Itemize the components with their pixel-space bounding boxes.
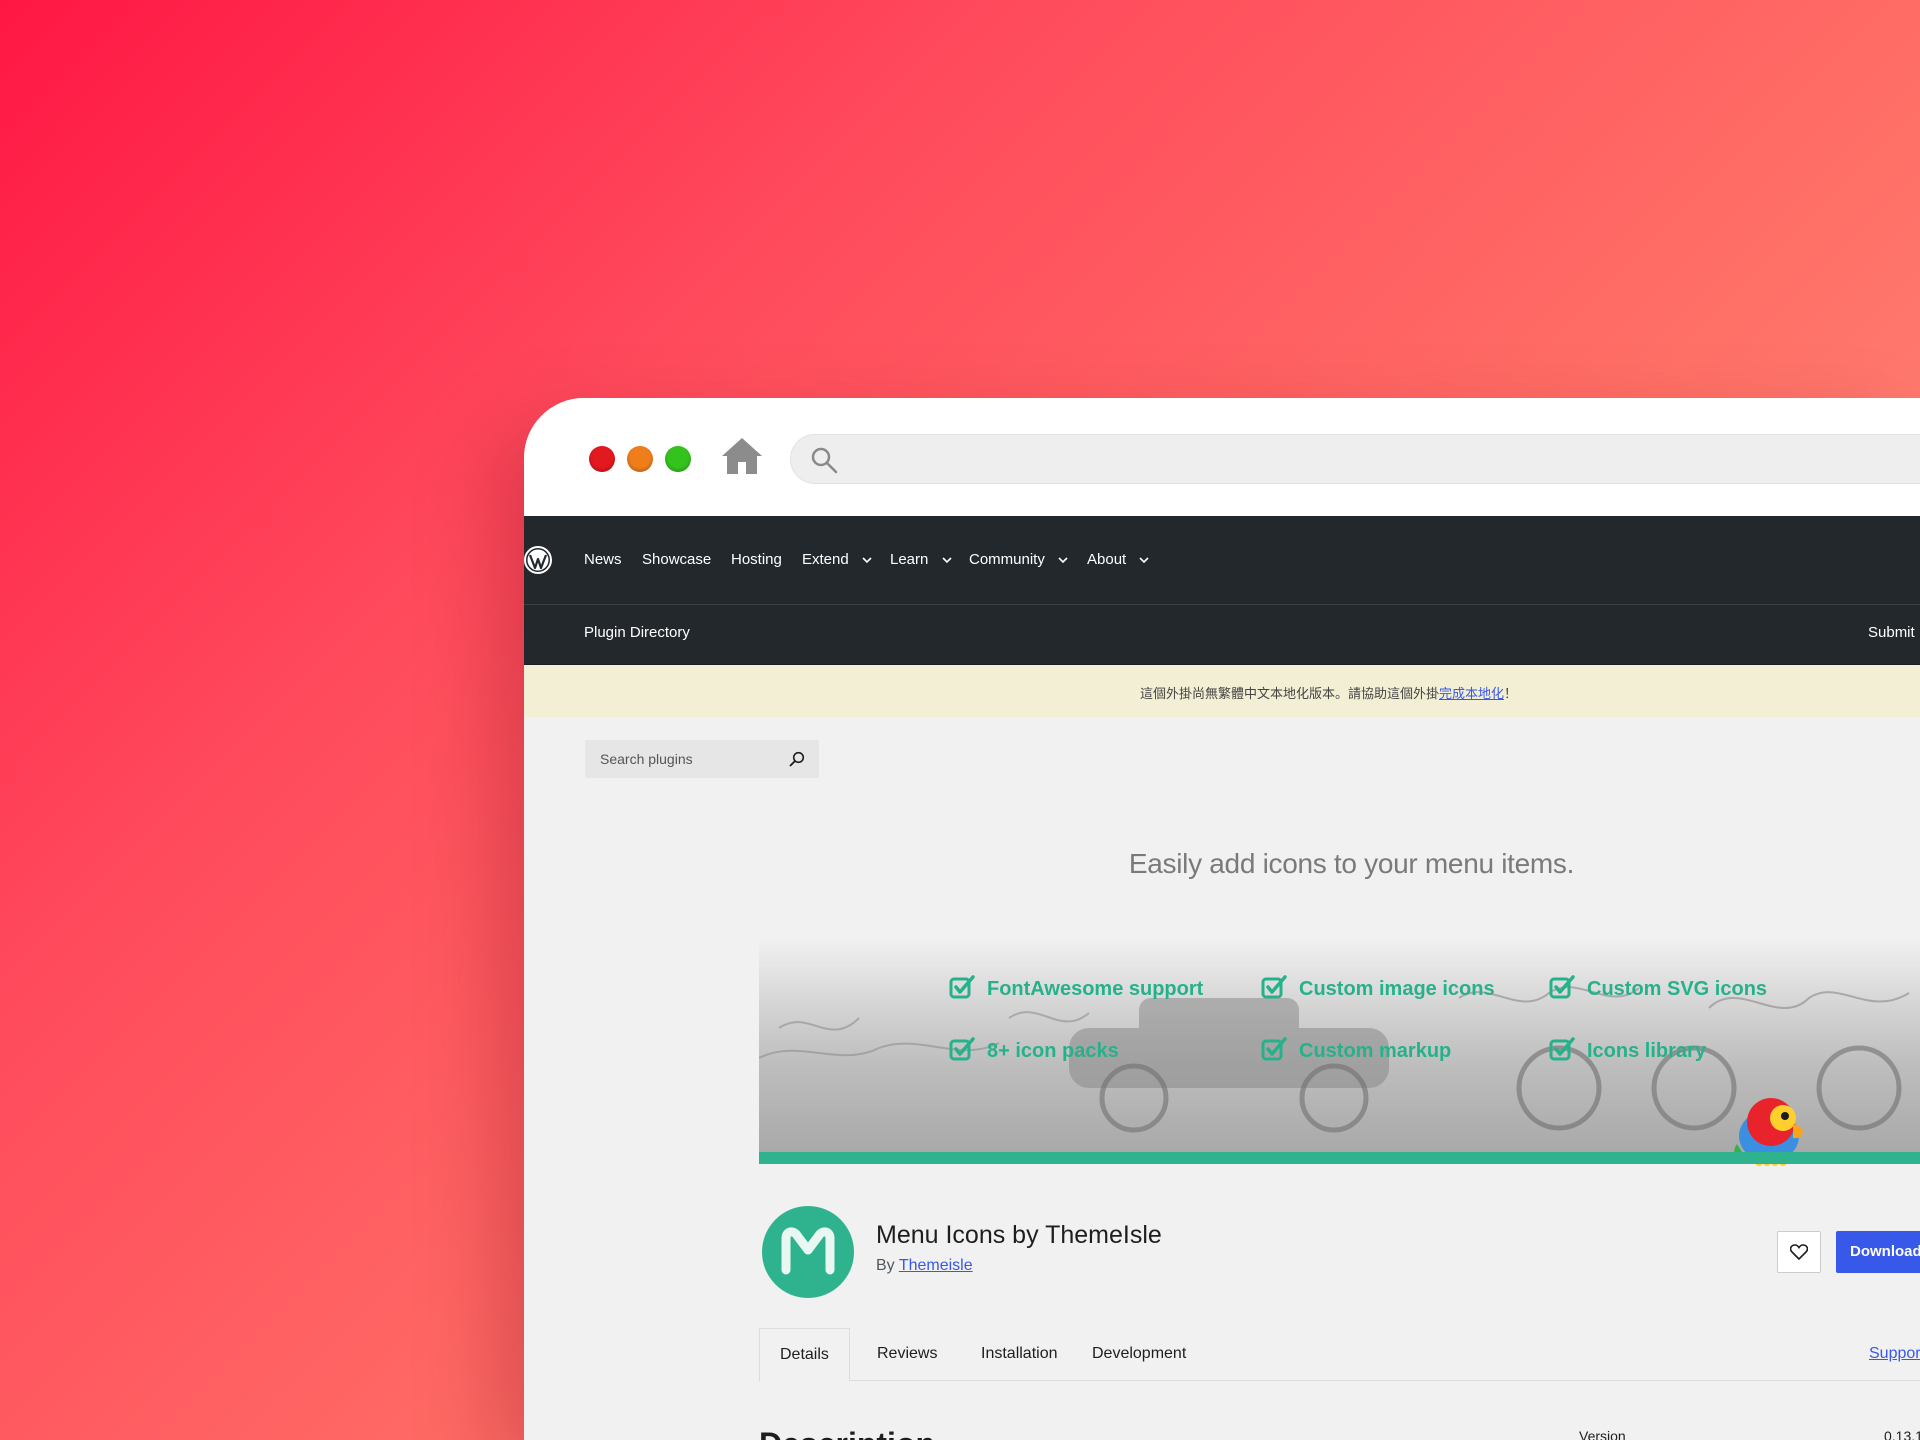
banner-accent-bar — [759, 1152, 1920, 1164]
search-plugins-input[interactable]: Search plugins — [585, 740, 819, 778]
search-icon — [811, 447, 838, 474]
nav-item-label: About — [1087, 551, 1127, 568]
close-window-button[interactable] — [589, 446, 615, 472]
nav-item-learn[interactable]: Learn — [890, 550, 952, 570]
feature-item: Custom SVG icons — [1549, 975, 1767, 1001]
global-header: News Showcase Hosting Extend Learn Commu… — [524, 516, 1920, 605]
notice-suffix: ！ — [1504, 687, 1518, 702]
feature-label: Custom SVG icons — [1587, 978, 1768, 1000]
browser-window: News Showcase Hosting Extend Learn Commu… — [524, 398, 1920, 1440]
search-placeholder: Search plugins — [600, 751, 693, 767]
localize-link[interactable]: 完成本地化 — [1439, 687, 1504, 702]
submit-plugin-link[interactable]: Submit — [1868, 624, 1915, 641]
address-bar[interactable] — [790, 434, 1920, 484]
feature-label: Custom markup — [1299, 1040, 1452, 1062]
feature-item: Custom markup — [1261, 1037, 1451, 1063]
tab-development[interactable]: Development — [1092, 1328, 1186, 1380]
plugin-author: By Themeisle — [876, 1257, 973, 1275]
nav-item-community[interactable]: Community — [969, 550, 1068, 570]
localization-notice: 這個外掛尚無繁體中文本地化版本。請協助這個外掛完成本地化！ — [524, 665, 1920, 717]
feature-item: Custom image icons — [1261, 975, 1495, 1001]
tab-reviews[interactable]: Reviews — [877, 1328, 937, 1380]
checkbox-checked-icon — [949, 975, 975, 999]
minimize-window-button[interactable] — [627, 446, 653, 472]
version-label: Version — [1579, 1428, 1626, 1440]
plugin-directory-link[interactable]: Plugin Directory — [584, 624, 690, 641]
tab-support[interactable]: Support — [1869, 1328, 1920, 1380]
search-icon[interactable] — [789, 751, 805, 767]
plugin-title: Menu Icons by ThemeIsle — [876, 1221, 1162, 1249]
checkbox-checked-icon — [1549, 1037, 1575, 1061]
plugin-logo-icon — [762, 1206, 854, 1298]
checkbox-checked-icon — [949, 1037, 975, 1061]
section-heading: Description — [759, 1426, 935, 1440]
feature-label: Icons library — [1587, 1040, 1706, 1062]
chevron-down-icon — [1139, 556, 1149, 563]
nav-item-extend[interactable]: Extend — [802, 550, 872, 570]
checkbox-checked-icon — [1261, 975, 1287, 999]
feature-label: FontAwesome support — [987, 978, 1204, 1000]
notice-text: 這個外掛尚無繁體中文本地化版本。請協助這個外掛完成本地化！ — [1140, 683, 1517, 702]
tab-installation[interactable]: Installation — [981, 1328, 1058, 1380]
feature-item: Icons library — [1549, 1037, 1706, 1063]
maximize-window-button[interactable] — [665, 446, 691, 472]
checkbox-checked-icon — [1261, 1037, 1287, 1061]
feature-item: 8+ icon packs — [949, 1037, 1119, 1063]
feature-label: Custom image icons — [1299, 978, 1495, 1000]
favorite-button[interactable] — [1777, 1231, 1821, 1273]
feature-item: FontAwesome support — [949, 975, 1203, 1001]
plugin-directory-header: Plugin Directory Submit — [524, 605, 1920, 665]
nav-item-label: Learn — [890, 551, 929, 568]
checkbox-checked-icon — [1549, 975, 1575, 999]
plugin-tabs: Details Reviews Installation Development… — [759, 1328, 1920, 1382]
chevron-down-icon — [941, 556, 952, 563]
heart-icon — [1790, 1244, 1808, 1260]
author-link[interactable]: Themeisle — [899, 1257, 973, 1274]
plugin-by-label: By — [876, 1257, 895, 1274]
wordpress-logo-icon[interactable] — [524, 546, 552, 574]
feature-label: 8+ icon packs — [987, 1040, 1119, 1062]
chevron-down-icon — [1058, 556, 1068, 563]
home-icon[interactable] — [720, 434, 764, 478]
nav-item-showcase[interactable]: Showcase — [642, 550, 711, 570]
nav-item-label: Community — [969, 551, 1045, 568]
version-value: 0.13.1 — [1884, 1428, 1920, 1440]
nav-item-about[interactable]: About — [1087, 550, 1149, 570]
notice-message: 這個外掛尚無繁體中文本地化版本。請協助這個外掛 — [1140, 687, 1440, 702]
browser-toolbar — [524, 398, 1920, 516]
tab-details[interactable]: Details — [759, 1328, 850, 1382]
plugin-banner: Easily add icons to your menu items. Fon… — [759, 778, 1920, 1170]
nav-item-hosting[interactable]: Hosting — [731, 550, 782, 570]
download-button[interactable]: Download — [1836, 1231, 1920, 1273]
nav-item-label: Extend — [802, 551, 849, 568]
banner-headline: Easily add icons to your menu items. — [1128, 848, 1575, 879]
nav-item-news[interactable]: News — [584, 550, 622, 570]
chevron-down-icon — [862, 556, 872, 563]
